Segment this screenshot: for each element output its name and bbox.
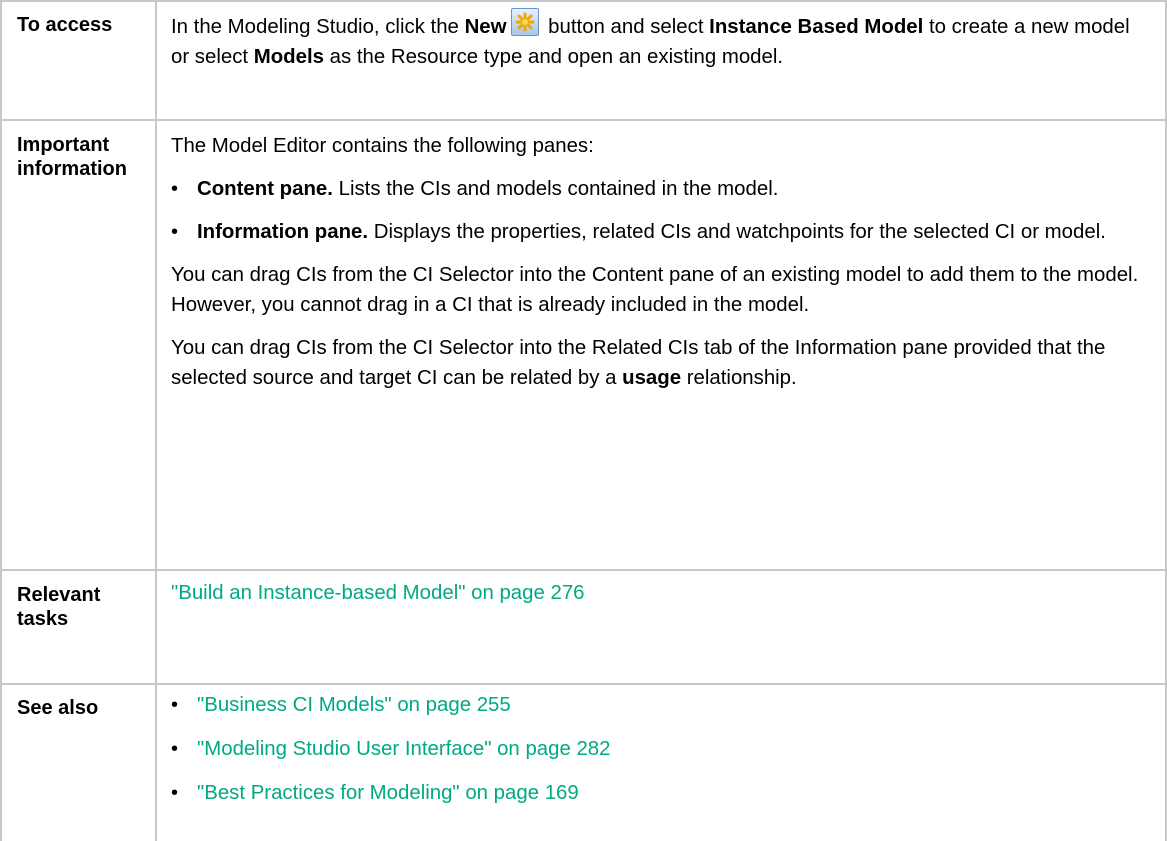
paragraph: You can drag CIs from the CI Selector in…	[171, 337, 1106, 389]
to-access-content: In the Modeling Studio, click the New bu…	[171, 8, 1151, 72]
link-business-ci-models[interactable]: "Business CI Models" on page 255	[197, 694, 511, 716]
bullet-icon: •	[171, 782, 179, 804]
important-information-content: The Model Editor contains the following …	[171, 131, 1151, 393]
list-item: • "Business CI Models" on page 255	[171, 690, 1151, 720]
to-access-text: In the Modeling Studio, click the New bu…	[171, 8, 1151, 72]
relevant-tasks-content: "Build an Instance-based Model" on page …	[171, 578, 1151, 608]
intro-text: The Model Editor contains the following …	[171, 135, 594, 157]
row-divider-2	[0, 569, 1167, 571]
new-star-icon[interactable]	[510, 8, 539, 36]
bullet-icon: •	[171, 178, 179, 200]
list-item: • Content pane. Lists the CIs and models …	[171, 174, 1151, 204]
list-item: • Information pane. Displays the properti…	[171, 217, 1151, 247]
row-label-to-access: To access	[17, 14, 113, 36]
table-left-border	[0, 0, 2, 841]
row-label-important-information: Important information	[17, 134, 127, 180]
bullet-icon: •	[171, 738, 179, 760]
list-item: • "Best Practices for Modeling" on page 1…	[171, 778, 1151, 808]
row-label-see-also: See also	[17, 697, 99, 719]
row-divider-3	[0, 683, 1167, 685]
bullet-icon: •	[171, 221, 179, 243]
row-divider-1	[0, 119, 1167, 121]
table-top-border	[0, 0, 1167, 2]
link-modeling-studio-user-interface[interactable]: "Modeling Studio User Interface" on page…	[197, 738, 611, 760]
list-item: • "Modeling Studio User Interface" on pag…	[171, 734, 1151, 764]
bullet-icon: •	[171, 694, 179, 716]
new-label: New	[464, 16, 507, 38]
paragraph: You can drag CIs from the CI Selector in…	[171, 264, 1139, 316]
see-also-content: • "Business CI Models" on page 255 • "Mode…	[171, 690, 1151, 808]
row-label-relevant-tasks: Relevant tasks	[17, 584, 101, 630]
link-build-instance-based-model[interactable]: "Build an Instance-based Model" on page …	[171, 582, 585, 604]
link-best-practices-for-modeling[interactable]: "Best Practices for Modeling" on page 16…	[197, 782, 579, 804]
column-divider	[155, 0, 157, 841]
info-table: To access In the Modeling Studio, click …	[0, 0, 1167, 841]
